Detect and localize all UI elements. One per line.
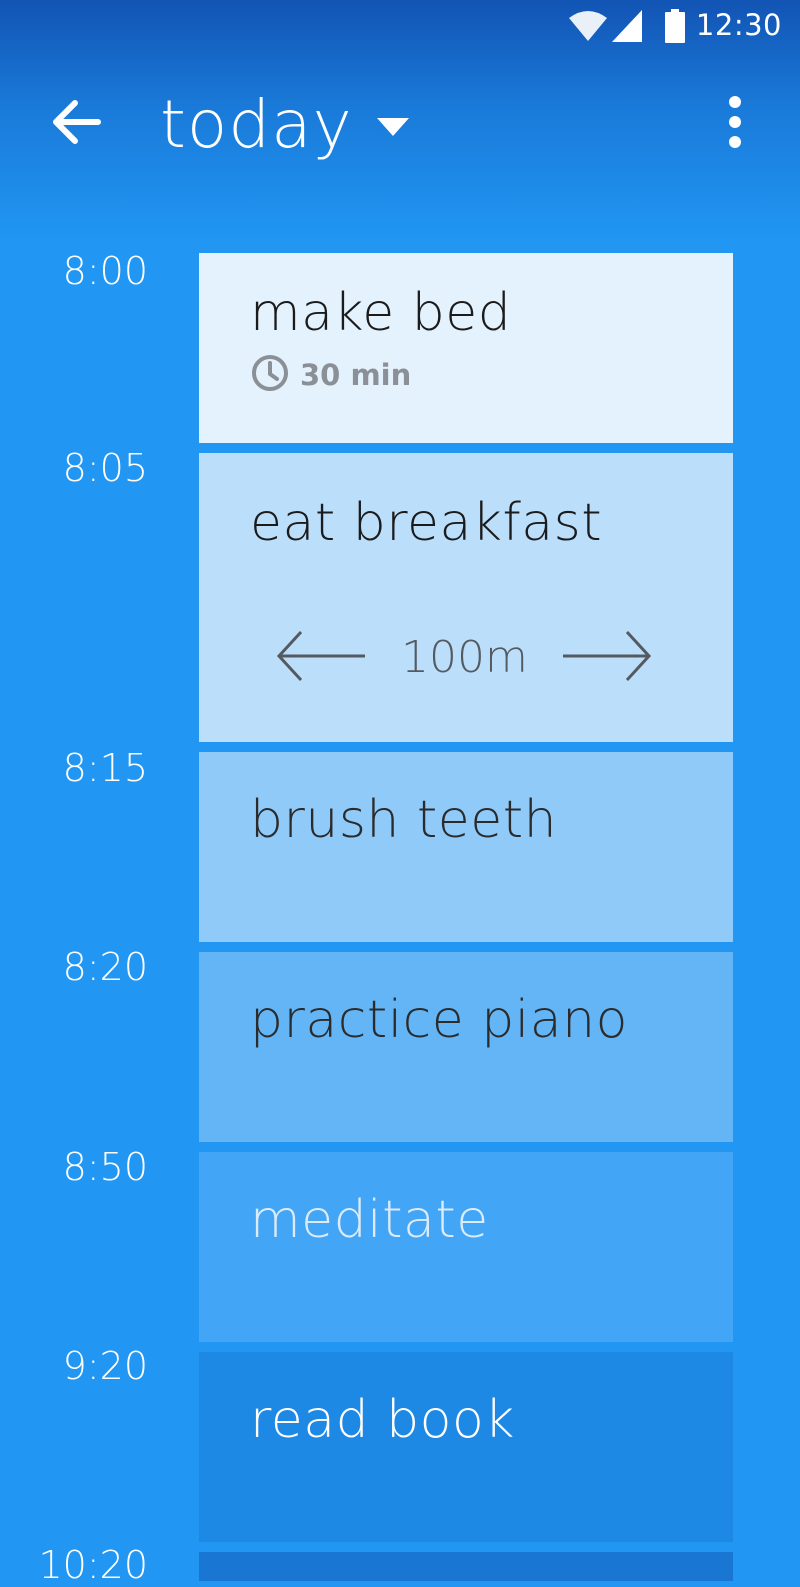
resize-duration-value: 100m [401, 632, 528, 683]
task-title: make bed [250, 283, 512, 343]
task-title: practice piano [250, 990, 628, 1050]
arrow-right-icon[interactable] [561, 628, 653, 688]
time-label: 9:20 [62, 1344, 148, 1388]
duration-text: 30 min [300, 358, 412, 392]
time-label: 8:05 [62, 446, 148, 490]
schedule-timeline: 8:00 make bed 30 min 8:05 eat breakfast … [0, 0, 800, 1587]
task-card-eat-breakfast[interactable]: eat breakfast 100m [199, 453, 733, 742]
task-card-meditate[interactable]: meditate [199, 1152, 733, 1342]
time-label: 8:00 [62, 249, 148, 293]
time-label: 8:50 [62, 1145, 148, 1189]
task-card-make-bed[interactable]: make bed 30 min [199, 253, 733, 443]
task-duration: 30 min [250, 353, 733, 397]
time-label: 8:20 [62, 945, 148, 989]
task-card-partial[interactable] [199, 1552, 733, 1581]
time-label: 10:20 [38, 1543, 148, 1587]
clock-icon [250, 353, 290, 397]
task-card-brush-teeth[interactable]: brush teeth [199, 752, 733, 942]
task-card-practice-piano[interactable]: practice piano [199, 952, 733, 1142]
task-title: read book [250, 1390, 515, 1450]
task-title: meditate [250, 1190, 489, 1250]
time-label: 8:15 [62, 746, 148, 790]
task-title: eat breakfast [250, 493, 603, 553]
task-title: brush teeth [250, 790, 558, 850]
arrow-left-icon[interactable] [275, 628, 367, 688]
duration-resize-control[interactable]: 100m [275, 628, 655, 684]
task-card-read-book[interactable]: read book [199, 1352, 733, 1542]
